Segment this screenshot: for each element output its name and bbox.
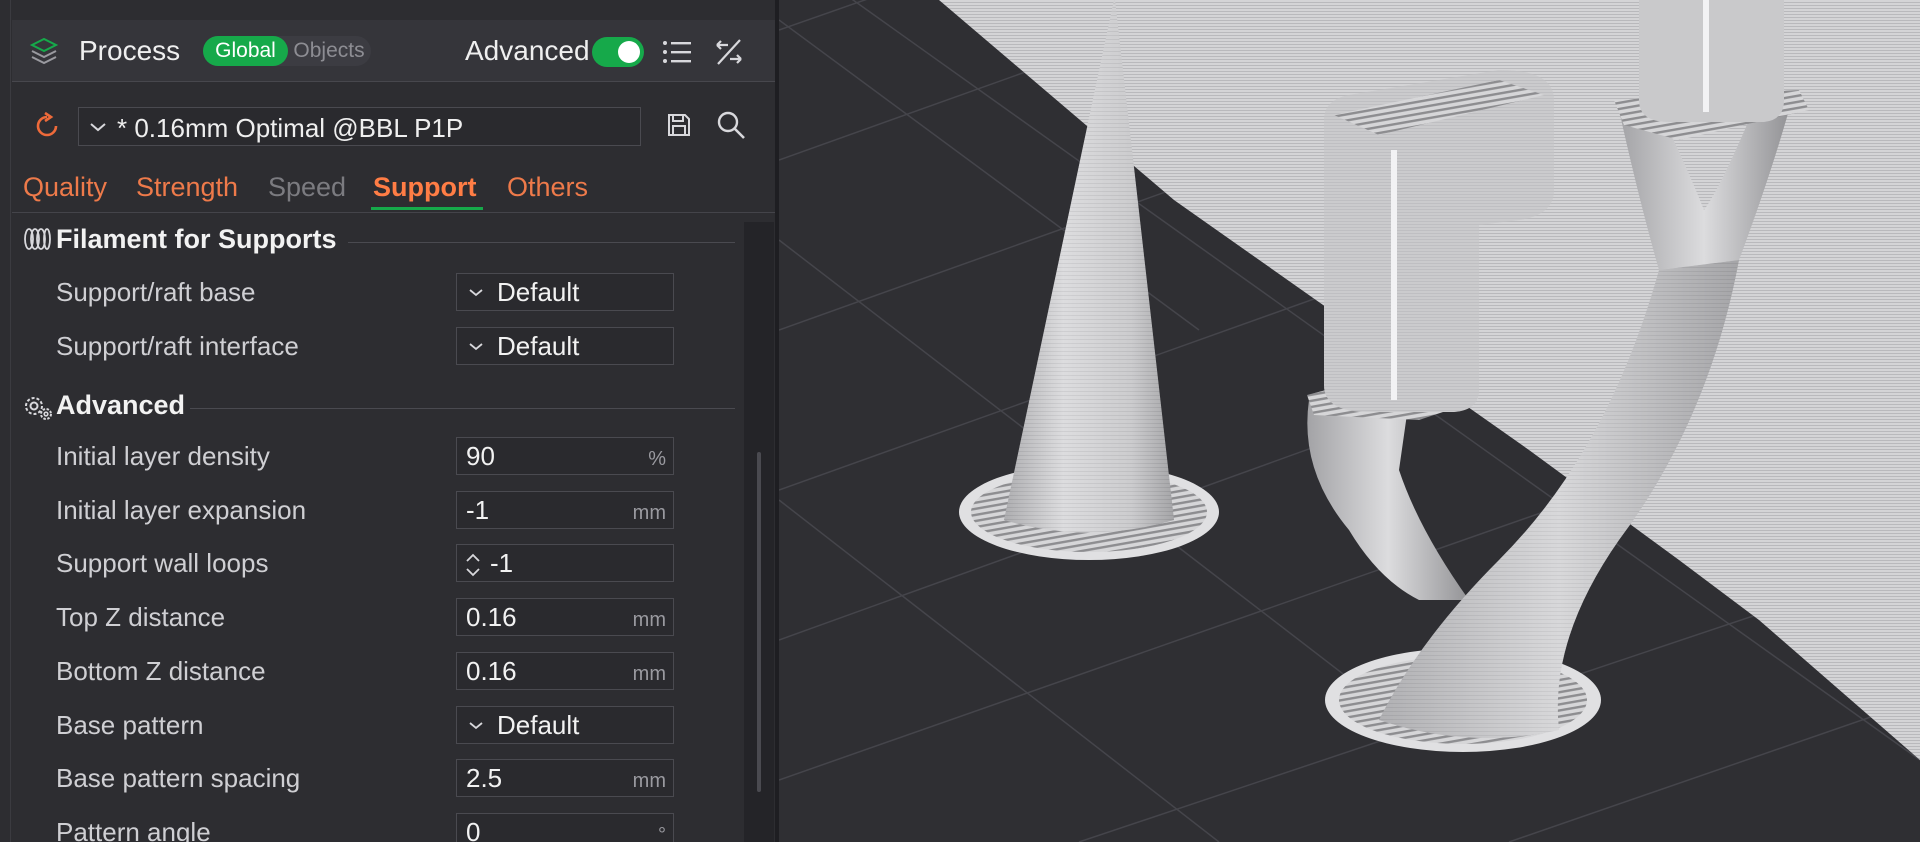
section-title: Advanced — [56, 390, 186, 420]
setting-label: Initial layer density — [56, 441, 270, 471]
base-pattern-spacing-input[interactable]: 2.5 mm — [456, 759, 674, 797]
top-object-highlight — [1703, 0, 1709, 112]
input-value: 90 — [466, 441, 495, 471]
input-value: 0.16 — [466, 656, 517, 686]
dropdown-value: Default — [497, 710, 580, 740]
advanced-toggle[interactable] — [592, 37, 644, 67]
layers-icon — [29, 37, 59, 70]
setting-row: Base pattern spacing 2.5 mm — [12, 759, 743, 799]
section-title: Filament for Supports — [56, 224, 337, 254]
setting-label: Top Z distance — [56, 602, 226, 632]
unit-label: mm — [632, 609, 666, 631]
chevron-down-icon — [85, 116, 111, 143]
panel-title: Process — [79, 35, 181, 66]
initial-layer-expansion-input[interactable]: -1 mm — [456, 491, 674, 529]
setting-row: Bottom Z distance 0.16 mm — [12, 652, 743, 692]
toggle-knob — [618, 41, 640, 63]
setting-label: Support wall loops — [56, 548, 269, 578]
support-base-dropdown[interactable]: Default — [456, 273, 674, 311]
setting-row: Support/raft interface Default — [12, 327, 743, 367]
scope-global[interactable]: Global — [203, 36, 288, 66]
tab-speed[interactable]: Speed — [268, 172, 346, 203]
setting-row: Initial layer expansion -1 mm — [12, 491, 743, 531]
setting-label: Bottom Z distance — [56, 656, 266, 686]
setting-row: Support wall loops -1 — [12, 544, 743, 584]
active-tab-underline — [371, 207, 483, 210]
setting-label: Support/raft interface — [56, 331, 299, 361]
tab-quality[interactable]: Quality — [23, 172, 107, 203]
setting-row: Initial layer density 90 % — [12, 437, 743, 477]
unit-label: mm — [632, 663, 666, 685]
preset-row: * 0.16mm Optimal @BBL P1P — [12, 100, 775, 152]
filament-icon — [22, 226, 52, 257]
input-value: 0 — [466, 817, 481, 842]
base-pattern-dropdown[interactable]: Default — [456, 706, 674, 744]
top-z-distance-input[interactable]: 0.16 mm — [456, 598, 674, 636]
search-icon[interactable] — [715, 109, 747, 146]
unit-label: ° — [658, 824, 666, 842]
setting-label: Base pattern spacing — [56, 763, 301, 793]
spinner-arrows-icon[interactable] — [461, 549, 485, 586]
settings-tabs: Quality Strength Speed Support Others — [12, 168, 775, 213]
top-object — [1639, 0, 1784, 122]
chevron-down-icon — [465, 337, 487, 362]
preset-name: * 0.16mm Optimal @BBL P1P — [117, 113, 464, 143]
l-object-highlight — [1391, 150, 1397, 400]
input-value: -1 — [490, 548, 514, 578]
support-wall-loops-spinner[interactable]: -1 — [456, 544, 674, 582]
settings-list: Filament for Supports Support/raft base … — [12, 222, 743, 842]
tab-support[interactable]: Support — [373, 172, 476, 203]
setting-label: Initial layer expansion — [56, 495, 307, 525]
input-value: 0.16 — [466, 602, 517, 632]
dropdown-value: Default — [497, 331, 580, 361]
bottom-z-distance-input[interactable]: 0.16 mm — [456, 652, 674, 690]
unit-label: % — [648, 448, 666, 470]
process-settings-panel: Process Global Objects Advanced * 0.16mm… — [0, 0, 775, 842]
pattern-angle-input[interactable]: 0 ° — [456, 813, 674, 842]
chevron-down-icon — [465, 716, 487, 741]
tab-others[interactable]: Others — [507, 172, 588, 203]
section-filament-header: Filament for Supports — [22, 222, 743, 258]
section-divider — [348, 242, 735, 243]
unit-label: mm — [632, 770, 666, 792]
setting-row: Top Z distance 0.16 mm — [12, 598, 743, 638]
scope-switch[interactable]: Global Objects — [203, 36, 371, 66]
input-value: -1 — [466, 495, 490, 525]
compare-icon[interactable] — [714, 37, 744, 72]
setting-row: Support/raft base Default — [12, 273, 743, 313]
input-value: 2.5 — [466, 763, 503, 793]
unit-label: mm — [632, 502, 666, 524]
support-interface-dropdown[interactable]: Default — [456, 327, 674, 365]
setting-row: Base pattern Default — [12, 706, 743, 746]
3d-viewport[interactable] — [779, 0, 1920, 842]
dropdown-value: Default — [497, 277, 580, 307]
setting-label: Support/raft base — [56, 277, 256, 307]
section-divider — [190, 408, 735, 409]
scene-render — [779, 0, 1920, 842]
setting-row: Pattern angle 0 ° — [12, 813, 743, 842]
process-header: Process Global Objects Advanced — [12, 20, 775, 82]
list-icon[interactable] — [662, 39, 692, 70]
tab-strength[interactable]: Strength — [136, 172, 238, 203]
initial-layer-density-input[interactable]: 90 % — [456, 437, 674, 475]
chevron-down-icon — [465, 283, 487, 308]
setting-label: Pattern angle — [56, 817, 211, 842]
save-icon[interactable] — [665, 111, 693, 144]
setting-label: Base pattern — [56, 710, 204, 740]
section-advanced-header: Advanced — [22, 388, 743, 424]
preset-select[interactable]: * 0.16mm Optimal @BBL P1P — [78, 107, 641, 146]
scope-objects[interactable]: Objects — [289, 36, 369, 66]
refresh-icon[interactable] — [32, 111, 62, 146]
tree-branch-left — [1307, 400, 1469, 600]
gears-icon — [22, 392, 54, 427]
panel-edge — [10, 0, 11, 842]
advanced-label: Advanced — [465, 35, 590, 66]
scrollbar-thumb[interactable] — [757, 452, 761, 792]
